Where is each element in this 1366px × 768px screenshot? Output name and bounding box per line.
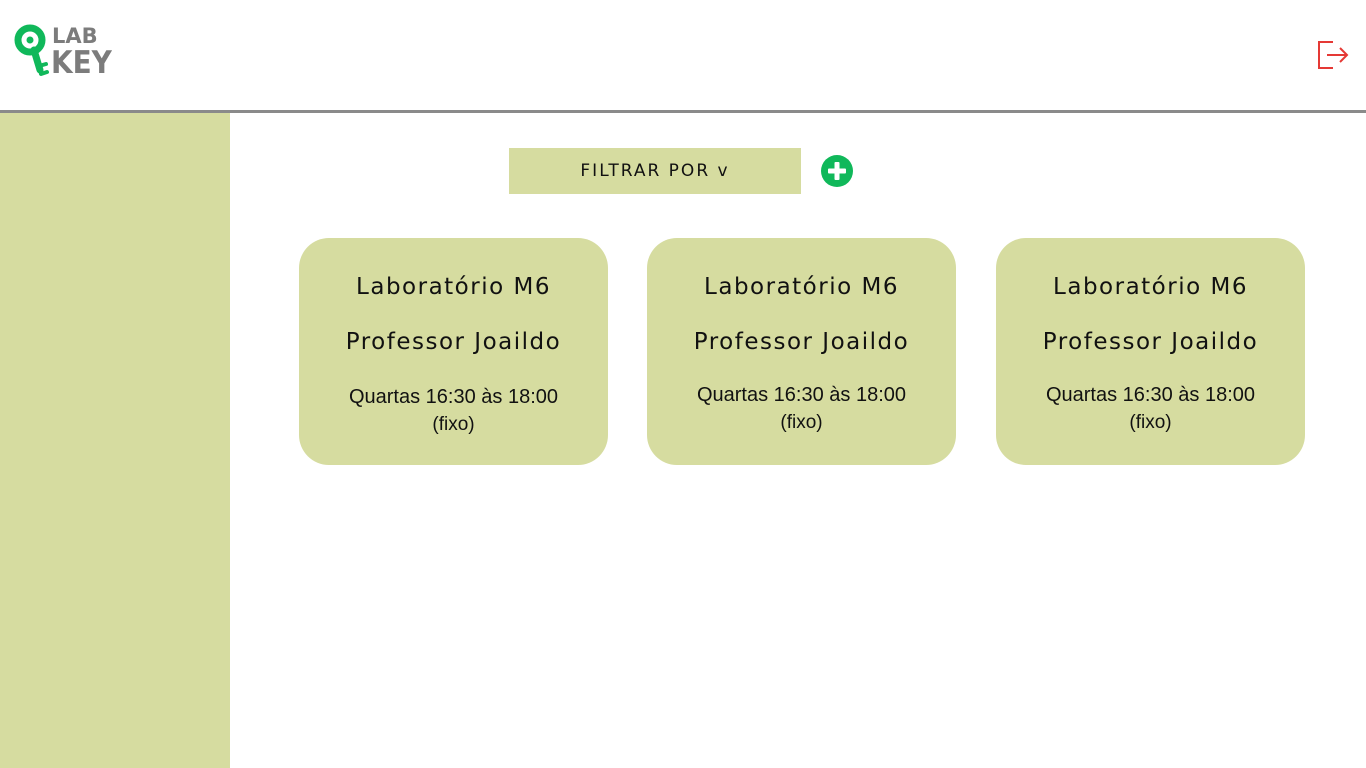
- plus-circle-icon: [821, 155, 853, 187]
- logout-icon: [1318, 41, 1349, 69]
- sidebar: [0, 113, 230, 768]
- card-schedule-time: Quartas 16:30 às 18:00: [1045, 384, 1256, 406]
- key-logo-icon: [14, 24, 49, 76]
- card-schedule-note: (fixo): [1129, 412, 1172, 433]
- card-schedule-time: Quartas 16:30 às 18:00: [348, 386, 559, 408]
- card-professor: Professor Joaildo: [693, 329, 910, 355]
- card-lab-name: Laboratório M6: [704, 274, 899, 300]
- schedule-card[interactable]: Laboratório M6 Professor Joaildo Quartas…: [299, 238, 608, 465]
- card-schedule-note: (fixo): [780, 412, 823, 433]
- schedule-card[interactable]: Laboratório M6 Professor Joaildo Quartas…: [647, 238, 956, 465]
- card-schedule: Quartas 16:30 às 18:00 (fixo): [299, 383, 608, 439]
- card-schedule: Quartas 16:30 às 18:00 (fixo): [647, 381, 956, 437]
- card-schedule: Quartas 16:30 às 18:00 (fixo): [996, 381, 1305, 437]
- filter-dropdown-button[interactable]: FILTRAR POR v: [509, 148, 801, 194]
- card-lab-name: Laboratório M6: [1053, 274, 1248, 300]
- header: LAB KEY: [0, 0, 1366, 110]
- app-logo[interactable]: LAB KEY: [14, 24, 114, 84]
- card-schedule-time: Quartas 16:30 às 18:00: [696, 384, 907, 406]
- logout-button[interactable]: [1315, 38, 1349, 72]
- card-schedule-note: (fixo): [432, 414, 475, 435]
- card-lab-name: Laboratório M6: [356, 274, 551, 300]
- card-professor: Professor Joaildo: [1042, 329, 1259, 355]
- add-button[interactable]: [821, 155, 853, 187]
- logo-text-key: KEY: [51, 45, 112, 81]
- card-professor: Professor Joaildo: [345, 329, 562, 355]
- schedule-card[interactable]: Laboratório M6 Professor Joaildo Quartas…: [996, 238, 1305, 465]
